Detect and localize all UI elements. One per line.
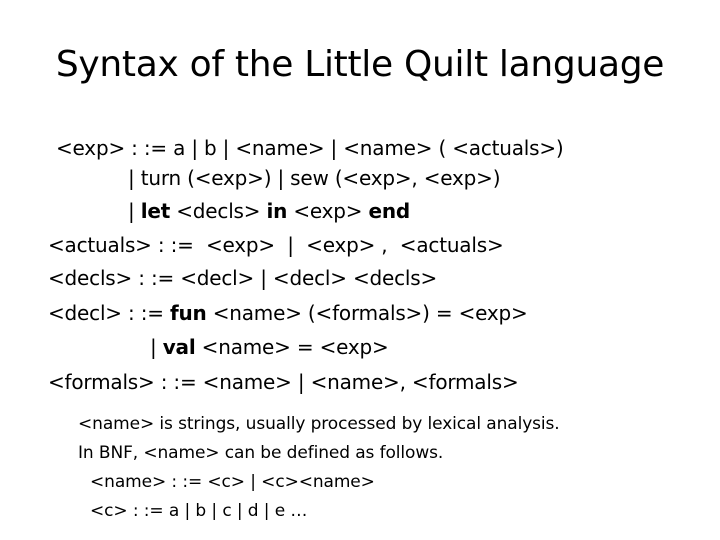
grammar-text: | — [150, 335, 163, 359]
note-line-c-rule: <c> : := a | b | c | d | e … — [90, 501, 308, 521]
note-line-bnf: In BNF, <name> can be defined as follows… — [78, 443, 444, 463]
grammar-text: <name> (<formals>) = <exp> — [206, 301, 528, 325]
grammar-line-exp: <exp> : := a | b | <name> | <name> ( <ac… — [56, 136, 564, 160]
grammar-line-turn-sew: | turn (<exp>) | sew (<exp>, <exp>) — [128, 166, 501, 190]
note-line-name-rule: <name> : := <c> | <c><name> — [90, 472, 375, 492]
keyword-let: let — [140, 199, 171, 223]
keyword-fun: fun — [169, 301, 207, 325]
grammar-line-formals: <formals> : := <name> | <name>, <formals… — [48, 370, 519, 394]
grammar-text: <decl> : := — [48, 301, 170, 325]
keyword-end: end — [368, 199, 411, 223]
grammar-line-actuals: <actuals> : := <exp> | <exp> , <actuals> — [48, 233, 504, 257]
grammar-line-decl-fun: <decl> : := fun <name> (<formals>) = <ex… — [48, 301, 528, 325]
grammar-line-decls: <decls> : := <decl> | <decl> <decls> — [48, 266, 438, 290]
grammar-text: <decls> — [170, 199, 267, 223]
grammar-block: <exp> : := a | b | <name> | <name> ( <ac… — [0, 0, 720, 400]
grammar-text: | — [128, 199, 141, 223]
grammar-text: <exp> — [287, 199, 369, 223]
keyword-in: in — [266, 199, 288, 223]
grammar-line-let: | let <decls> in <exp> end — [128, 199, 410, 223]
note-line-name-strings: <name> is strings, usually processed by … — [78, 414, 560, 434]
grammar-line-decl-val: | val <name> = <exp> — [150, 335, 389, 359]
keyword-val: val — [162, 335, 196, 359]
grammar-text: <name> = <exp> — [195, 335, 389, 359]
